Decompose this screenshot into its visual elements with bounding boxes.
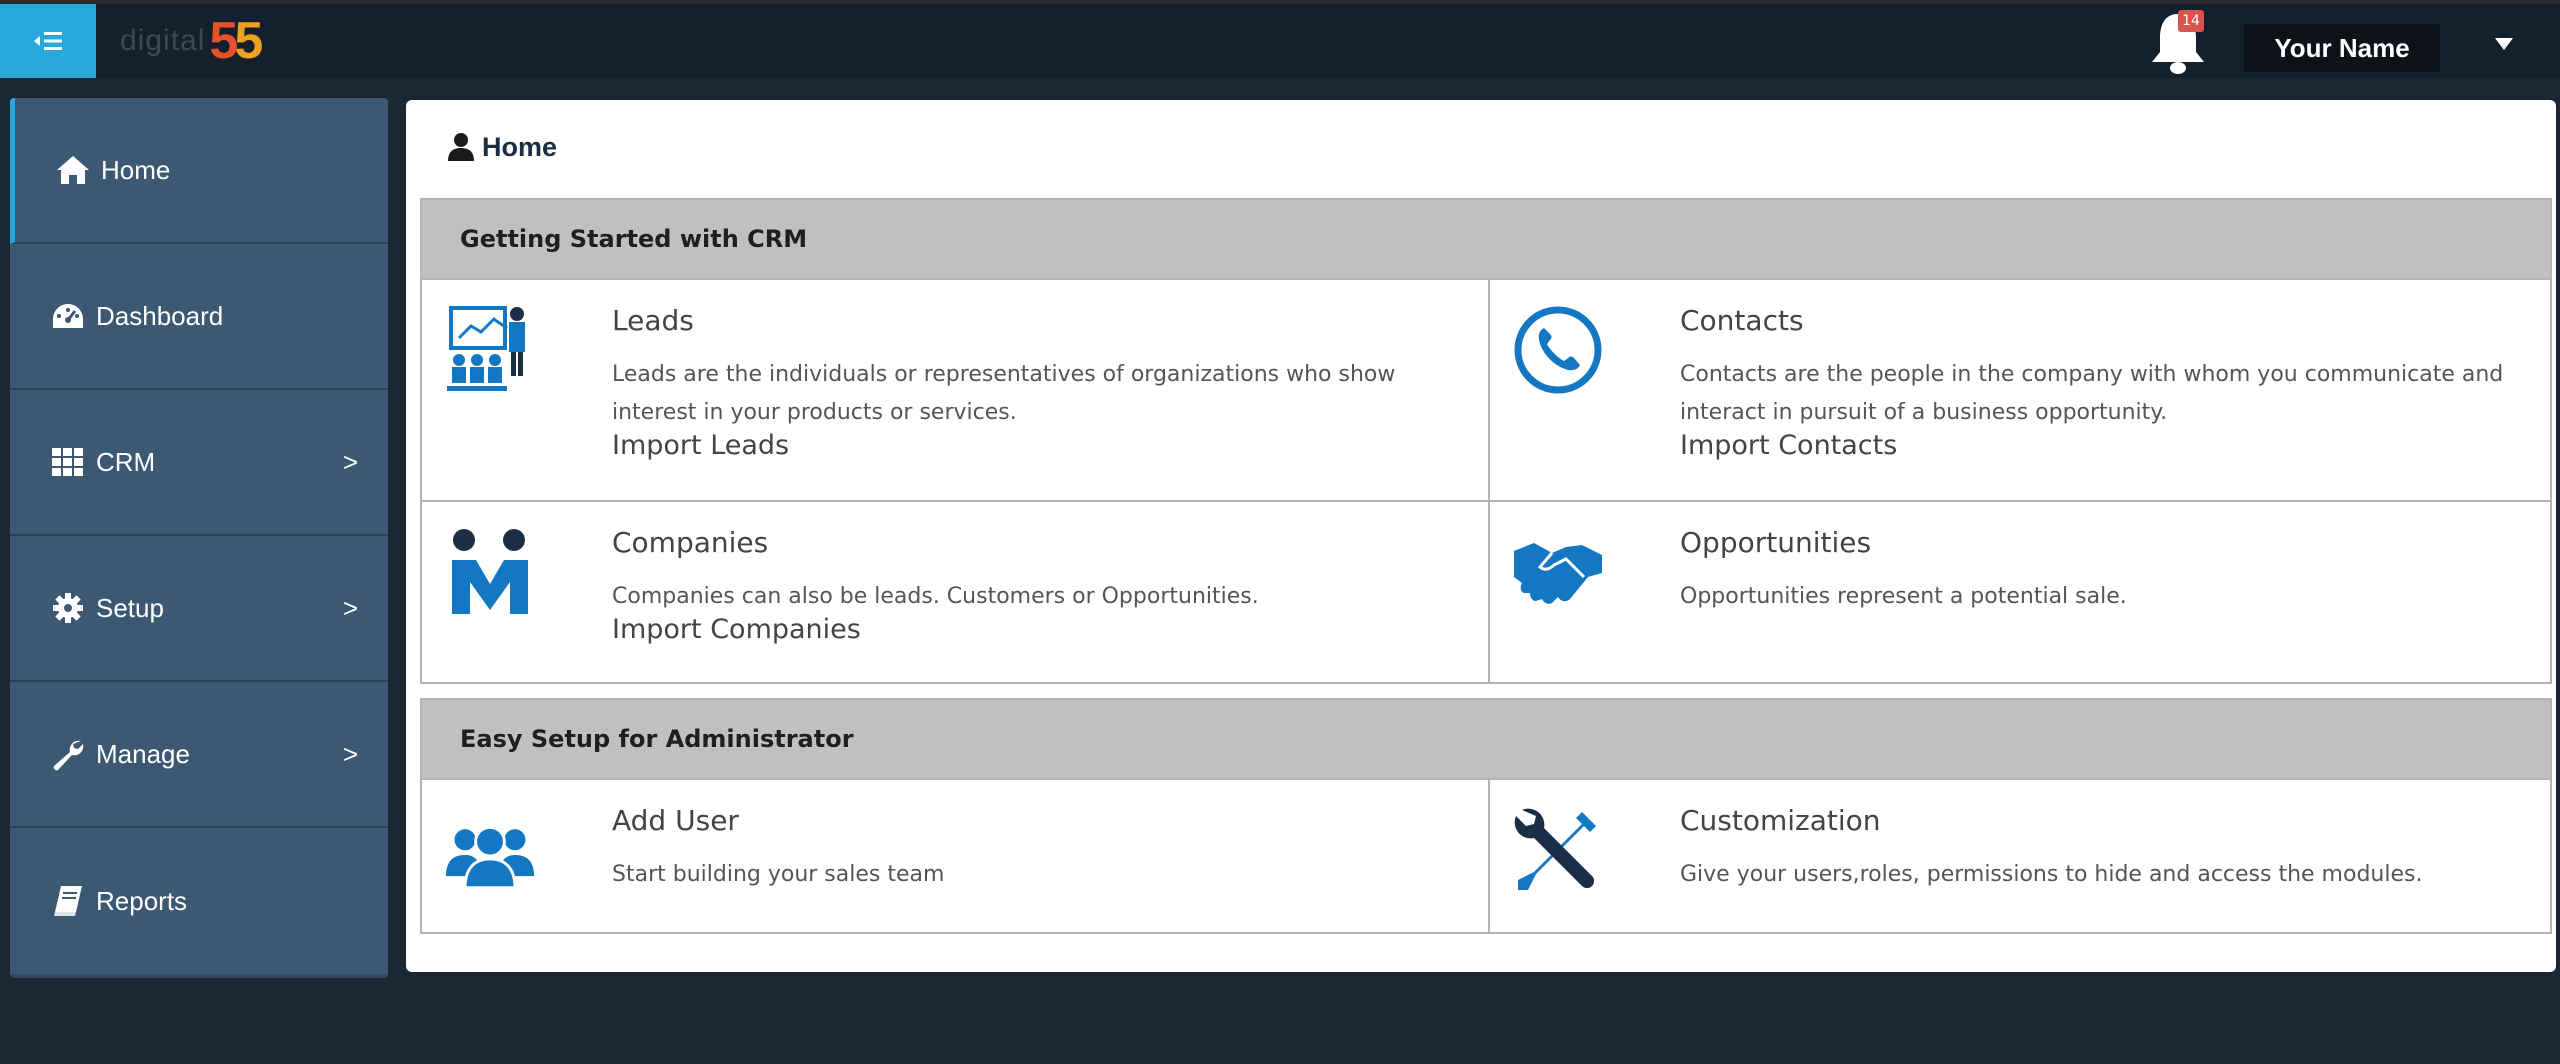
handshake-icon	[1512, 526, 1604, 618]
chevron-right-icon: >	[342, 592, 358, 623]
sidebar-item-reports[interactable]: Reports	[10, 828, 388, 974]
add-user-title[interactable]: Add User	[612, 804, 739, 837]
home-icon	[53, 150, 93, 190]
contacts-card: Contacts Contacts are the people in the …	[1488, 278, 2550, 500]
customization-card: Customization Give your users,roles, per…	[1488, 778, 2550, 932]
contacts-title[interactable]: Contacts	[1680, 304, 1804, 337]
sidebar: Home Dashboard CRM > Setup > Manage > Re…	[10, 98, 388, 978]
section-title: Easy Setup for Administrator	[422, 700, 2550, 778]
book-icon	[48, 881, 88, 921]
logo[interactable]: digital 55	[100, 4, 300, 78]
customization-description: Give your users,roles, permissions to hi…	[1680, 862, 2423, 887]
grid-icon	[48, 442, 88, 482]
sidebar-item-label: Setup	[96, 592, 164, 623]
gear-icon	[48, 588, 88, 628]
opportunities-description: Opportunities represent a potential sale…	[1680, 584, 2127, 609]
import-companies-link[interactable]: Import Companies	[612, 614, 861, 645]
add-user-card: Add User Start building your sales team	[422, 778, 1488, 932]
indent-menu-icon	[34, 32, 62, 50]
sidebar-item-crm[interactable]: CRM >	[10, 390, 388, 536]
sidebar-item-label: Dashboard	[96, 300, 224, 331]
logo-text: digital	[120, 24, 206, 57]
leads-card: Leads Leads are the individuals or repre…	[422, 278, 1488, 500]
users-icon	[444, 810, 536, 902]
opportunities-title[interactable]: Opportunities	[1680, 526, 1871, 559]
section-title: Getting Started with CRM	[422, 200, 2550, 278]
chevron-right-icon: >	[342, 738, 358, 769]
opportunities-card: Opportunities Opportunities represent a …	[1488, 500, 2550, 684]
easy-setup-section: Easy Setup for Administrator Add User St…	[420, 698, 2552, 934]
wrench-icon	[48, 734, 88, 774]
companies-icon	[444, 526, 536, 618]
sidebar-item-label: CRM	[96, 446, 156, 477]
user-icon	[448, 133, 474, 161]
getting-started-section: Getting Started with CRM Leads Leads are…	[420, 198, 2552, 684]
import-contacts-link[interactable]: Import Contacts	[1680, 430, 1897, 461]
sidebar-item-label: Reports	[96, 885, 188, 916]
menu-toggle-button[interactable]	[0, 4, 96, 78]
sidebar-item-label: Home	[101, 154, 171, 185]
tools-icon	[1512, 804, 1604, 896]
notification-button[interactable]: 14	[2140, 10, 2216, 76]
sidebar-item-setup[interactable]: Setup >	[10, 536, 388, 682]
main-panel: Home Getting Started with CRM Leads Lead…	[406, 100, 2556, 972]
phone-icon	[1512, 304, 1604, 396]
top-bar: digital 55 14 Your Name	[0, 0, 2560, 78]
user-name[interactable]: Your Name	[2244, 24, 2440, 72]
breadcrumb: Home	[446, 124, 557, 170]
sidebar-item-label: Manage	[96, 738, 190, 769]
sidebar-item-dashboard[interactable]: Dashboard	[10, 244, 388, 390]
notification-count-badge: 14	[2178, 10, 2204, 32]
companies-title[interactable]: Companies	[612, 526, 768, 559]
dashboard-icon	[48, 296, 88, 336]
add-user-description: Start building your sales team	[612, 862, 945, 887]
user-menu-caret[interactable]	[2495, 34, 2517, 56]
import-leads-link[interactable]: Import Leads	[612, 430, 789, 461]
breadcrumb-home[interactable]: Home	[482, 132, 557, 163]
sidebar-item-manage[interactable]: Manage >	[10, 682, 388, 828]
sidebar-item-home[interactable]: Home	[10, 98, 388, 244]
presentation-icon	[444, 304, 536, 396]
companies-description: Companies can also be leads. Customers o…	[612, 584, 1259, 609]
leads-description: Leads are the individuals or representat…	[612, 362, 1396, 425]
companies-card: Companies Companies can also be leads. C…	[422, 500, 1488, 684]
chevron-right-icon: >	[342, 446, 358, 477]
contacts-description: Contacts are the people in the company w…	[1680, 362, 2504, 425]
customization-title[interactable]: Customization	[1680, 804, 1881, 837]
leads-title[interactable]: Leads	[612, 304, 694, 337]
logo-number: 55	[209, 12, 263, 70]
caret-down-icon	[2495, 38, 2513, 50]
